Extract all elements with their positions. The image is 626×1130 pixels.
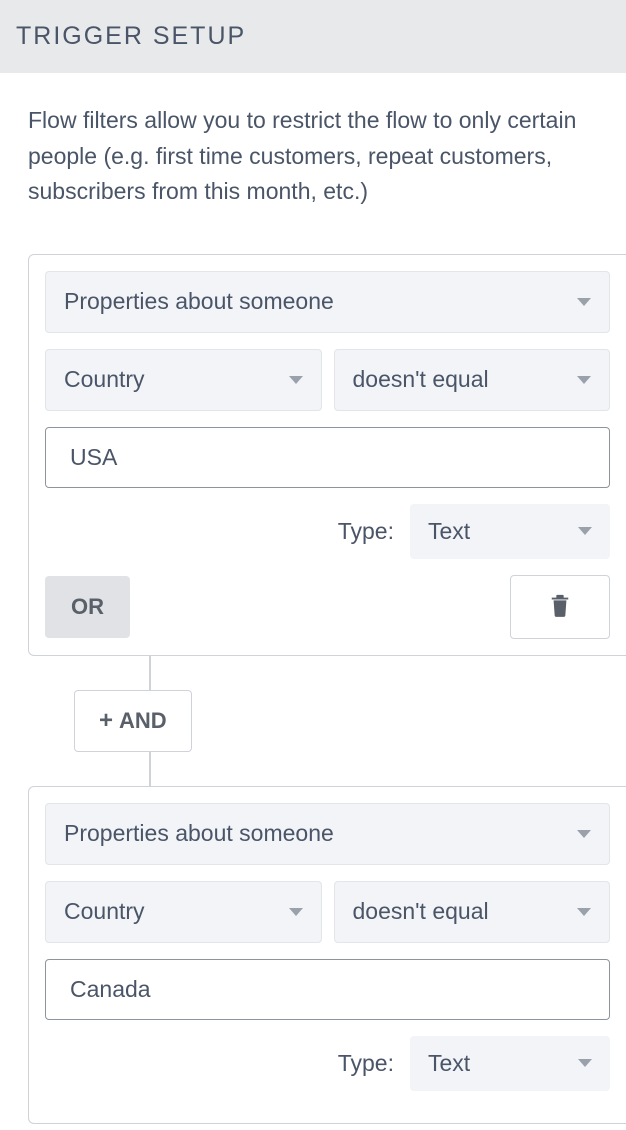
and-label: AND — [119, 708, 167, 734]
filter-category-dropdown[interactable]: Properties about someone — [45, 803, 610, 865]
filter-operator-dropdown[interactable]: doesn't equal — [334, 881, 611, 943]
chevron-down-icon — [578, 1059, 592, 1067]
chevron-down-icon — [289, 376, 303, 384]
type-label: Type: — [338, 518, 394, 545]
chevron-down-icon — [578, 527, 592, 535]
filter-category-dropdown[interactable]: Properties about someone — [45, 271, 610, 333]
or-button[interactable]: OR — [45, 576, 130, 638]
and-button[interactable]: + AND — [74, 690, 192, 752]
filter-property-label: Country — [64, 366, 145, 393]
filter-category-label: Properties about someone — [64, 288, 334, 315]
connector-line — [149, 656, 151, 690]
filter-type-dropdown[interactable]: Text — [410, 504, 610, 559]
filter-card: Properties about someone Country doesn't… — [28, 254, 626, 656]
filter-operator-dropdown[interactable]: doesn't equal — [334, 349, 611, 411]
chevron-down-icon — [577, 908, 591, 916]
filter-property-dropdown[interactable]: Country — [45, 349, 322, 411]
filter-type-dropdown[interactable]: Text — [410, 1036, 610, 1091]
filter-type-label: Text — [428, 518, 470, 545]
filter-type-label: Text — [428, 1050, 470, 1077]
filter-operator-label: doesn't equal — [353, 366, 489, 393]
page-header: TRIGGER SETUP — [0, 0, 626, 73]
filter-category-label: Properties about someone — [64, 820, 334, 847]
trash-icon — [549, 592, 571, 621]
header-title: TRIGGER SETUP — [16, 22, 246, 50]
chevron-down-icon — [577, 830, 591, 838]
chevron-down-icon — [289, 908, 303, 916]
filter-property-dropdown[interactable]: Country — [45, 881, 322, 943]
chevron-down-icon — [577, 298, 591, 306]
type-label: Type: — [338, 1050, 394, 1077]
and-connector: + AND — [74, 656, 598, 786]
filter-operator-label: doesn't equal — [353, 898, 489, 925]
filter-card: Properties about someone Country doesn't… — [28, 786, 626, 1124]
filter-value-input[interactable] — [45, 427, 610, 488]
connector-line — [149, 752, 151, 786]
filter-property-label: Country — [64, 898, 145, 925]
plus-icon: + — [99, 707, 113, 735]
chevron-down-icon — [577, 376, 591, 384]
delete-filter-button[interactable] — [510, 575, 610, 639]
filter-value-input[interactable] — [45, 959, 610, 1020]
flow-filters-description: Flow filters allow you to restrict the f… — [28, 103, 598, 210]
